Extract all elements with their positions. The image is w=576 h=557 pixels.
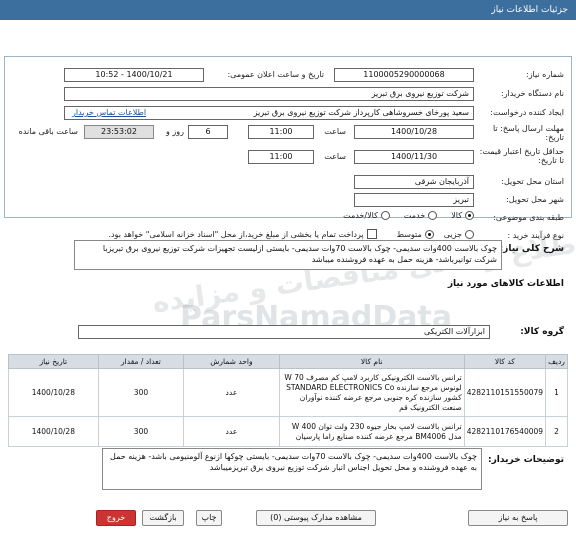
city-field: تبریز xyxy=(354,193,474,207)
deadline-date-field: 1400/10/28 xyxy=(354,125,474,139)
cell-date: 1400/10/28 xyxy=(8,416,99,447)
process-option-minor[interactable]: جزیی xyxy=(444,229,474,239)
remaining-time-field: 23:53:02 xyxy=(84,125,154,139)
buyer-field: شرکت توزیع نیروی برق تبریز xyxy=(64,87,474,101)
process-label: نوع فرآیند خرید : xyxy=(507,231,564,240)
cell-code: 4282110176540009 xyxy=(463,416,547,447)
attachments-button[interactable]: مشاهده مدارک پیوستی (0) xyxy=(256,510,376,526)
goods-table: ردیف کد کالا نام کالا واحد شمارش تعداد /… xyxy=(8,354,568,447)
cell-qty: 300 xyxy=(97,416,185,447)
process-radio-group: جزیی متوسط پرداخت تمام یا بخشی از مبلغ خ… xyxy=(108,229,474,239)
buyer-desc-box: چوک بالاست 400وات سدیمی- چوک بالاست 70وا… xyxy=(102,448,482,490)
province-field: آذربایجان شرقی xyxy=(354,175,474,189)
col-header-unit: واحد شمارش xyxy=(183,354,280,369)
province-label: استان محل تحویل: xyxy=(501,177,564,186)
buyer-contact-link[interactable]: اطلاعات تماس خریدار xyxy=(72,108,146,117)
cell-name: ترانس بالاست الکترونیکی کاربرد لامپ کم م… xyxy=(278,368,465,417)
col-header-date: تاریخ نیاز xyxy=(8,354,99,369)
treasury-payment-option[interactable]: پرداخت تمام یا بخشی از مبلغ خرید،از محل … xyxy=(108,229,377,239)
print-button[interactable]: چاپ xyxy=(196,510,222,526)
category-radio-group: کالا خدمت کالا/خدمت xyxy=(343,211,474,220)
cell-qty: 300 xyxy=(97,368,185,417)
announce-field: 1400/10/21 - 10:52 xyxy=(64,68,204,82)
general-desc-label: شرح کلی نیاز: xyxy=(499,244,564,254)
exit-button[interactable]: خروج xyxy=(96,510,136,526)
deadline-time-field: 11:00 xyxy=(248,125,314,139)
category-option-service[interactable]: خدمت xyxy=(404,211,438,220)
deadline-label: مهلت ارسال پاسخ: تا تاریخ: xyxy=(492,124,564,142)
goods-info-title: اطلاعات کالاهای مورد نیاز xyxy=(447,279,564,289)
cell-code: 4282110151550079 xyxy=(463,368,547,417)
cell-unit: عدد xyxy=(183,416,280,447)
days-label: روز و xyxy=(166,127,184,136)
goods-group-field: ابزارآلات الکتریکی xyxy=(78,325,490,339)
goods-group-label: گروه کالا: xyxy=(520,327,564,337)
table-header-row: ردیف کد کالا نام کالا واحد شمارش تعداد /… xyxy=(8,354,568,369)
cell-date: 1400/10/28 xyxy=(8,368,99,417)
table-row[interactable]: 2 4282110176540009 ترانس بالاست لامپ بخا… xyxy=(8,416,568,447)
creator-label: ایجاد کننده درخواست: xyxy=(490,108,564,117)
back-button[interactable]: بازگشت xyxy=(142,510,184,526)
radio-icon[interactable] xyxy=(465,229,474,239)
col-header-name: نام کالا xyxy=(278,354,465,369)
category-label: طبقه بندی موضوعی: xyxy=(493,213,564,222)
radio-icon[interactable] xyxy=(424,229,434,239)
reply-button[interactable]: پاسخ به نیاز xyxy=(468,510,568,526)
radio-icon[interactable] xyxy=(465,211,474,220)
cell-name: ترانس بالاست لامپ بخار جیوه 230 ولت توان… xyxy=(278,416,465,447)
cell-row: 2 xyxy=(545,416,568,447)
announce-label: تاریخ و ساعت اعلان عمومی: xyxy=(227,70,324,79)
table-row[interactable]: 1 4282110151550079 ترانس بالاست الکترونی… xyxy=(8,368,568,417)
page-header: جزئیات اطلاعات نیاز xyxy=(0,0,576,20)
radio-icon[interactable] xyxy=(428,211,438,220)
radio-icon[interactable] xyxy=(380,211,390,220)
col-header-row: ردیف xyxy=(545,354,568,369)
remaining-label: ساعت باقی مانده xyxy=(18,127,78,136)
validity-label: حداقل تاریخ اعتبار قیمت: تا تاریخ: xyxy=(479,147,564,165)
checkbox-icon[interactable] xyxy=(366,229,377,239)
days-field: 6 xyxy=(188,125,228,139)
need-number-label: شماره نیاز: xyxy=(526,70,564,79)
deadline-time-label: ساعت xyxy=(324,127,346,136)
category-option-goods[interactable]: کالا xyxy=(451,211,474,220)
cell-unit: عدد xyxy=(183,368,280,417)
general-desc-box: چوک بالاست 400وات سدیمی- چوک بالاست 70وا… xyxy=(74,240,502,270)
category-option-both[interactable]: کالا/خدمت xyxy=(343,211,390,220)
buyer-label: نام دستگاه خریدار: xyxy=(501,89,564,98)
city-label: شهر محل تحویل: xyxy=(506,195,564,204)
col-header-code: کد کالا xyxy=(463,354,547,369)
validity-time-label: ساعت xyxy=(324,152,346,161)
buyer-desc-label: توضیحات خریدار: xyxy=(488,455,564,465)
validity-date-field: 1400/11/30 xyxy=(354,150,474,164)
process-option-medium[interactable]: متوسط xyxy=(397,229,434,239)
need-number-field: 1100005290000068 xyxy=(334,68,474,82)
validity-time-field: 11:00 xyxy=(248,150,314,164)
cell-row: 1 xyxy=(545,368,568,417)
col-header-qty: تعداد / مقدار xyxy=(97,354,185,369)
